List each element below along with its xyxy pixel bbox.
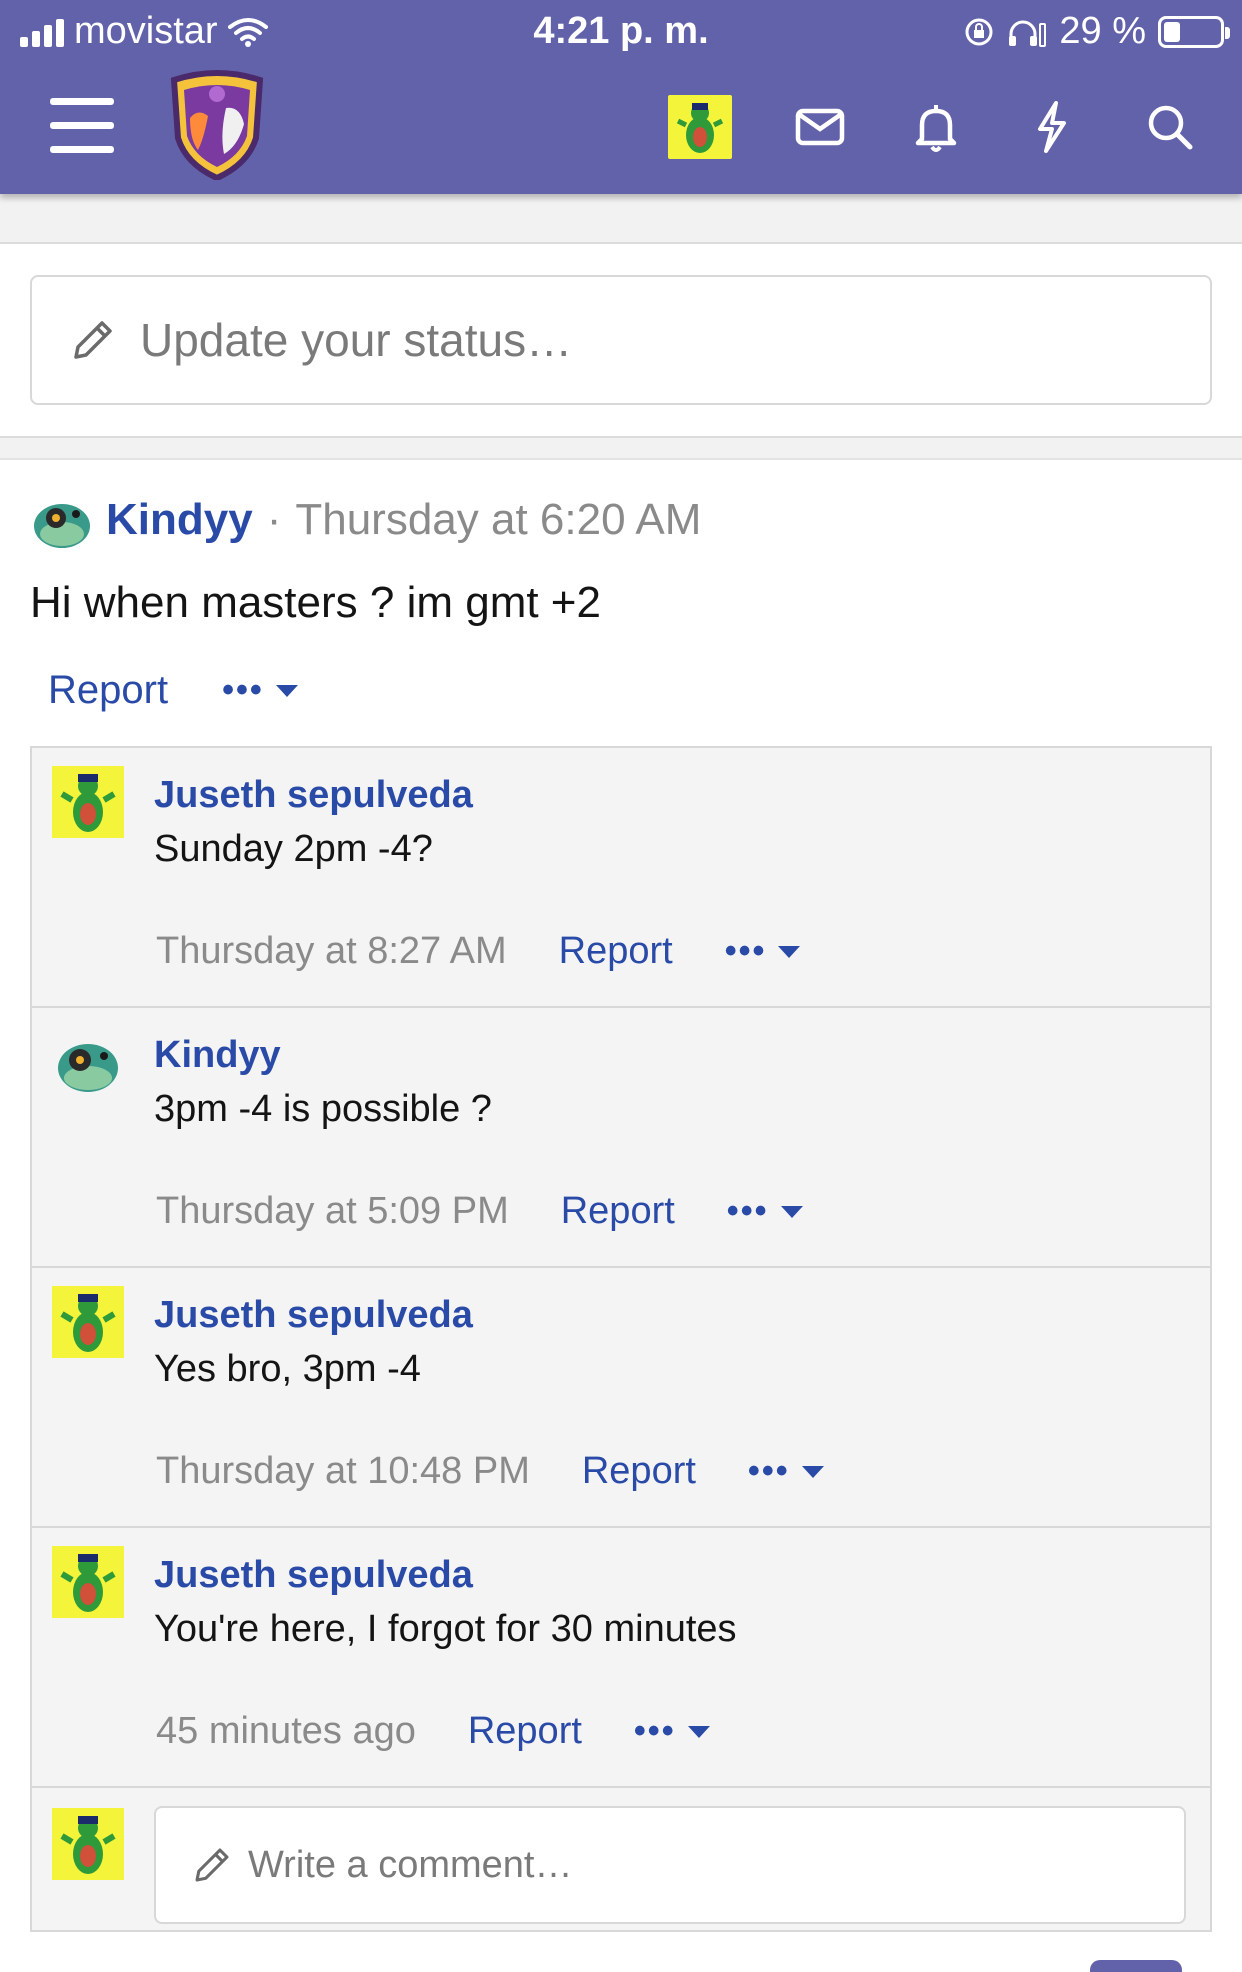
- avatar[interactable]: [52, 1286, 124, 1358]
- comment-author[interactable]: Kindyy: [154, 1034, 281, 1077]
- caret-down-icon: [687, 1725, 710, 1738]
- comment-input[interactable]: Write a comment…: [154, 1806, 1186, 1924]
- more-menu[interactable]: •••: [634, 1712, 710, 1751]
- comment-compose: Write a comment…: [32, 1788, 1210, 1930]
- comment-placeholder: Write a comment…: [248, 1843, 573, 1886]
- menu-icon[interactable]: [50, 98, 114, 154]
- ellipsis-icon: •••: [633, 1712, 676, 1750]
- comment-text: You're here, I forgot for 30 minutes: [154, 1608, 737, 1650]
- ellipsis-icon: •••: [222, 671, 264, 709]
- post-text: Hi when masters ? im gmt +2: [30, 578, 601, 627]
- more-menu[interactable]: •••: [725, 932, 801, 971]
- mail-icon[interactable]: [790, 97, 850, 157]
- ellipsis-icon: •••: [726, 1192, 769, 1230]
- more-menu[interactable]: •••: [748, 1452, 824, 1491]
- status-placeholder: Update your status…: [140, 314, 573, 366]
- bell-icon[interactable]: [906, 97, 966, 157]
- avatar[interactable]: [52, 1546, 124, 1618]
- caret-down-icon: [801, 1465, 824, 1478]
- post-actions: Report •••: [48, 668, 298, 713]
- comment-list: Juseth sepulveda Sunday 2pm -4? Thursday…: [30, 746, 1212, 1932]
- comment-time[interactable]: Thursday at 5:09 PM: [156, 1190, 509, 1233]
- comment-text: Sunday 2pm -4?: [154, 828, 433, 870]
- comment-meta: Thursday at 8:27 AM Report •••: [156, 930, 801, 973]
- post-author[interactable]: Kindyy: [106, 495, 253, 545]
- status-bar: movistar 4:21 p. m. 29 %: [0, 0, 1242, 62]
- avatar[interactable]: [52, 1026, 124, 1098]
- comment-item: Juseth sepulveda Sunday 2pm -4? Thursday…: [32, 748, 1210, 1008]
- divider-band: [0, 436, 1242, 460]
- battery-icon: [1158, 15, 1230, 48]
- comment-meta: 45 minutes ago Report •••: [156, 1710, 710, 1753]
- comment-author[interactable]: Juseth sepulveda: [154, 1554, 473, 1597]
- avatar[interactable]: [52, 766, 124, 838]
- rotation-lock-icon: [965, 18, 993, 45]
- ellipsis-icon: •••: [747, 1452, 790, 1490]
- status-right: 29 %: [963, 10, 1230, 53]
- more-menu[interactable]: •••: [222, 671, 298, 710]
- status-update-input[interactable]: Update your status…: [30, 275, 1212, 405]
- post-separator: ·: [266, 495, 282, 544]
- bolt-icon[interactable]: [1022, 97, 1082, 157]
- comment-author[interactable]: Juseth sepulveda: [154, 774, 473, 817]
- report-link[interactable]: Report: [561, 1190, 675, 1233]
- top-nav-bar: movistar 4:21 p. m. 29 %: [0, 0, 1242, 194]
- user-avatar[interactable]: [668, 95, 732, 159]
- comment-time[interactable]: 45 minutes ago: [156, 1710, 416, 1753]
- headphones-icon: [1009, 20, 1047, 47]
- report-link[interactable]: Report: [468, 1710, 582, 1753]
- report-link[interactable]: Report: [559, 930, 673, 973]
- battery-percent: 29 %: [1059, 10, 1146, 52]
- search-icon[interactable]: [1140, 97, 1200, 157]
- comment-item: Juseth sepulveda You're here, I forgot f…: [32, 1528, 1210, 1788]
- caret-down-icon: [780, 1205, 803, 1218]
- divider-band: [0, 194, 1242, 244]
- comment-meta: Thursday at 10:48 PM Report •••: [156, 1450, 824, 1493]
- comment-text: 3pm -4 is possible ?: [154, 1088, 492, 1130]
- pencil-icon: [195, 1848, 229, 1882]
- post-header: Kindyy · Thursday at 6:20 AM: [30, 488, 701, 552]
- comment-author[interactable]: Juseth sepulveda: [154, 1294, 473, 1337]
- report-link[interactable]: Report: [48, 668, 168, 713]
- comment-item: Kindyy 3pm -4 is possible ? Thursday at …: [32, 1008, 1210, 1268]
- site-logo[interactable]: [168, 68, 266, 180]
- comment-time[interactable]: Thursday at 10:48 PM: [156, 1450, 530, 1493]
- comment-text: Yes bro, 3pm -4: [154, 1348, 421, 1390]
- report-link[interactable]: Report: [582, 1450, 696, 1493]
- pencil-icon: [74, 321, 112, 359]
- comment-item: Juseth sepulveda Yes bro, 3pm -4 Thursda…: [32, 1268, 1210, 1528]
- caret-down-icon: [275, 684, 298, 697]
- caret-down-icon: [778, 945, 801, 958]
- more-menu[interactable]: •••: [727, 1192, 803, 1231]
- scroll-top-button[interactable]: [1090, 1960, 1182, 1972]
- post-time[interactable]: Thursday at 6:20 AM: [295, 495, 701, 545]
- comment-time[interactable]: Thursday at 8:27 AM: [156, 930, 507, 973]
- ellipsis-icon: •••: [724, 932, 767, 970]
- avatar: [52, 1808, 124, 1880]
- comment-meta: Thursday at 5:09 PM Report •••: [156, 1190, 803, 1233]
- avatar[interactable]: [30, 488, 94, 552]
